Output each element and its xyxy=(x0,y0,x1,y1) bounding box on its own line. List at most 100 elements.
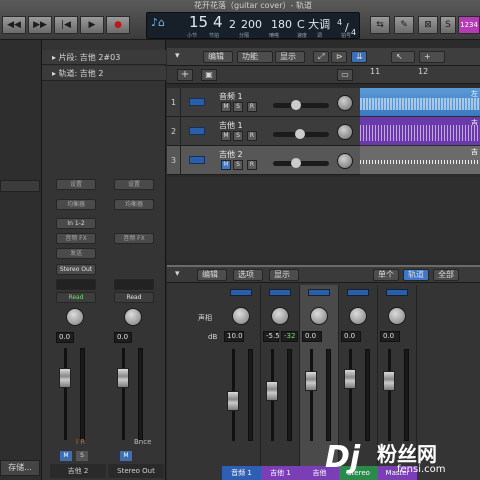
track-name[interactable]: 吉他 1 xyxy=(219,120,243,131)
audio-region[interactable]: 吉 xyxy=(360,146,480,174)
pan-knob[interactable] xyxy=(124,308,142,326)
flex-icon[interactable]: ⊳ xyxy=(331,51,347,63)
volume-fader[interactable] xyxy=(266,381,278,401)
output-slot[interactable] xyxy=(386,289,408,296)
track-row-selected[interactable]: 3 吉他 2 M S R xyxy=(167,146,360,175)
volume-fader[interactable] xyxy=(227,391,239,411)
audio-region[interactable]: 吉 xyxy=(360,117,480,145)
mixer-tracks-tab[interactable]: 轨道 xyxy=(403,269,429,281)
mixer-single-tab[interactable]: 单个 xyxy=(373,269,399,281)
ruler[interactable]: 11 12 xyxy=(360,66,480,84)
metronome-icon[interactable]: ♪⌂ xyxy=(151,15,165,30)
output-slot[interactable] xyxy=(347,289,369,296)
output-slot[interactable] xyxy=(269,289,291,296)
record-enable-button[interactable]: R xyxy=(247,131,257,141)
mixer-toolbar-chevron-icon[interactable]: ▾ xyxy=(175,269,180,279)
edit-menu[interactable]: 编辑 xyxy=(203,51,233,63)
lcd-display[interactable]: ♪⌂ 15 4 2 200 180 C 大调 4 / 4 小节 节拍 分隔 嘀嗒… xyxy=(146,12,360,39)
view-menu[interactable]: 显示 xyxy=(275,51,305,63)
pencil-tool-icon[interactable]: + xyxy=(419,51,445,63)
volume-value[interactable]: 0.0 xyxy=(341,331,361,342)
mute-button[interactable]: M xyxy=(60,451,72,461)
mixer-view-menu[interactable]: 显示 xyxy=(269,269,299,281)
tracks-toolbar-chevron-icon[interactable]: ▾ xyxy=(175,51,180,61)
save-button[interactable]: 存储... xyxy=(0,460,40,476)
tuner-icon[interactable]: ✎ xyxy=(394,16,414,34)
pan-knob[interactable] xyxy=(337,153,353,169)
volume-value[interactable]: 10.0 xyxy=(224,331,244,342)
setting-button[interactable]: 设置 xyxy=(56,179,96,190)
input-monitor-button[interactable]: I R xyxy=(76,438,85,446)
track-header[interactable]: ▸ 轨道: 吉他 2 xyxy=(42,66,166,81)
cycle-icon[interactable]: ⇆ xyxy=(370,16,390,34)
mute-button[interactable]: M xyxy=(221,102,231,112)
track-row[interactable]: 2 吉他 1 M S R xyxy=(167,117,360,146)
setting-button[interactable]: 设置 xyxy=(114,179,154,190)
mute-button[interactable]: M xyxy=(221,160,231,170)
mute-button[interactable]: M xyxy=(120,451,132,461)
eq-slot[interactable]: 均衡器 xyxy=(114,199,154,210)
volume-value[interactable]: -5.5 xyxy=(263,331,280,342)
pan-knob[interactable] xyxy=(232,307,250,325)
solo-button[interactable]: S xyxy=(76,451,88,461)
volume-value[interactable]: 0.0 xyxy=(114,332,132,343)
go-to-start-button[interactable]: |◀ xyxy=(54,16,78,34)
solo-button[interactable]: S xyxy=(233,160,243,170)
region-header[interactable]: ▸ 片段: 吉他 2#03 xyxy=(42,50,166,65)
automation-mode[interactable]: Read xyxy=(114,292,154,303)
pan-knob[interactable] xyxy=(337,124,353,140)
volume-fader[interactable] xyxy=(383,371,395,391)
volume-fader[interactable] xyxy=(344,369,356,389)
audio-fx-slot[interactable]: 音频 FX xyxy=(56,233,96,244)
track-name[interactable]: 音频 1 xyxy=(219,91,243,102)
count-in-button[interactable]: 1234 xyxy=(458,16,480,34)
forward-button[interactable]: ▶▶ xyxy=(28,16,52,34)
track-name[interactable]: 吉他 2 xyxy=(219,149,243,160)
function-menu[interactable]: 功能 xyxy=(237,51,273,63)
add-track-button[interactable]: + xyxy=(177,69,193,81)
pan-knob[interactable] xyxy=(66,308,84,326)
volume-slider-thumb[interactable] xyxy=(291,158,301,168)
mute-button[interactable]: M xyxy=(221,131,231,141)
global-tracks-icon[interactable]: ▭ xyxy=(337,69,353,81)
mixer-all-tab[interactable]: 全部 xyxy=(433,269,459,281)
volume-slider[interactable] xyxy=(273,129,329,139)
solo-icon[interactable]: ⊠ xyxy=(418,16,438,34)
pan-knob[interactable] xyxy=(271,307,289,325)
record-button[interactable]: ● xyxy=(106,16,130,34)
pan-knob[interactable] xyxy=(349,307,367,325)
pan-knob[interactable] xyxy=(388,307,406,325)
group-slot[interactable] xyxy=(56,279,96,290)
catch-icon[interactable]: ⇊ xyxy=(351,51,367,63)
volume-fader[interactable] xyxy=(59,368,71,388)
volume-value[interactable]: 0.0 xyxy=(56,332,74,343)
volume-fader[interactable] xyxy=(305,371,317,391)
pointer-tool-icon[interactable]: ↖ xyxy=(391,51,415,63)
volume-fader[interactable] xyxy=(117,368,129,388)
record-enable-button[interactable]: R xyxy=(247,102,257,112)
mixer-edit-menu[interactable]: 编辑 xyxy=(197,269,227,281)
folder-icon[interactable]: ▣ xyxy=(201,69,217,81)
volume-slider[interactable] xyxy=(273,158,329,168)
browser-field[interactable] xyxy=(0,180,40,192)
input-slot[interactable]: In 1-2 xyxy=(56,218,96,229)
play-button[interactable]: ▶ xyxy=(80,16,104,34)
rewind-button[interactable]: ◀◀ xyxy=(2,16,26,34)
output-slot[interactable]: Stereo Out xyxy=(56,264,96,275)
record-enable-button[interactable]: R xyxy=(247,160,257,170)
output-slot[interactable] xyxy=(308,289,330,296)
automation-mode[interactable]: Read xyxy=(56,292,96,303)
volume-slider[interactable] xyxy=(273,100,329,110)
solo-button[interactable]: S xyxy=(233,102,243,112)
automation-icon[interactable]: ⤢ xyxy=(313,51,329,63)
send-slot[interactable]: 发送 xyxy=(56,248,96,259)
output-slot[interactable] xyxy=(230,289,252,296)
pan-knob[interactable] xyxy=(310,307,328,325)
volume-value[interactable]: 0.0 xyxy=(302,331,322,342)
tracks-empty-area[interactable] xyxy=(167,177,480,262)
audio-fx-slot[interactable]: 音频 FX xyxy=(114,233,154,244)
solo-button[interactable]: S xyxy=(233,131,243,141)
eq-slot[interactable]: 均衡器 xyxy=(56,199,96,210)
track-row[interactable]: 1 音频 1 M S R xyxy=(167,88,360,117)
s-button[interactable]: S xyxy=(440,16,456,34)
